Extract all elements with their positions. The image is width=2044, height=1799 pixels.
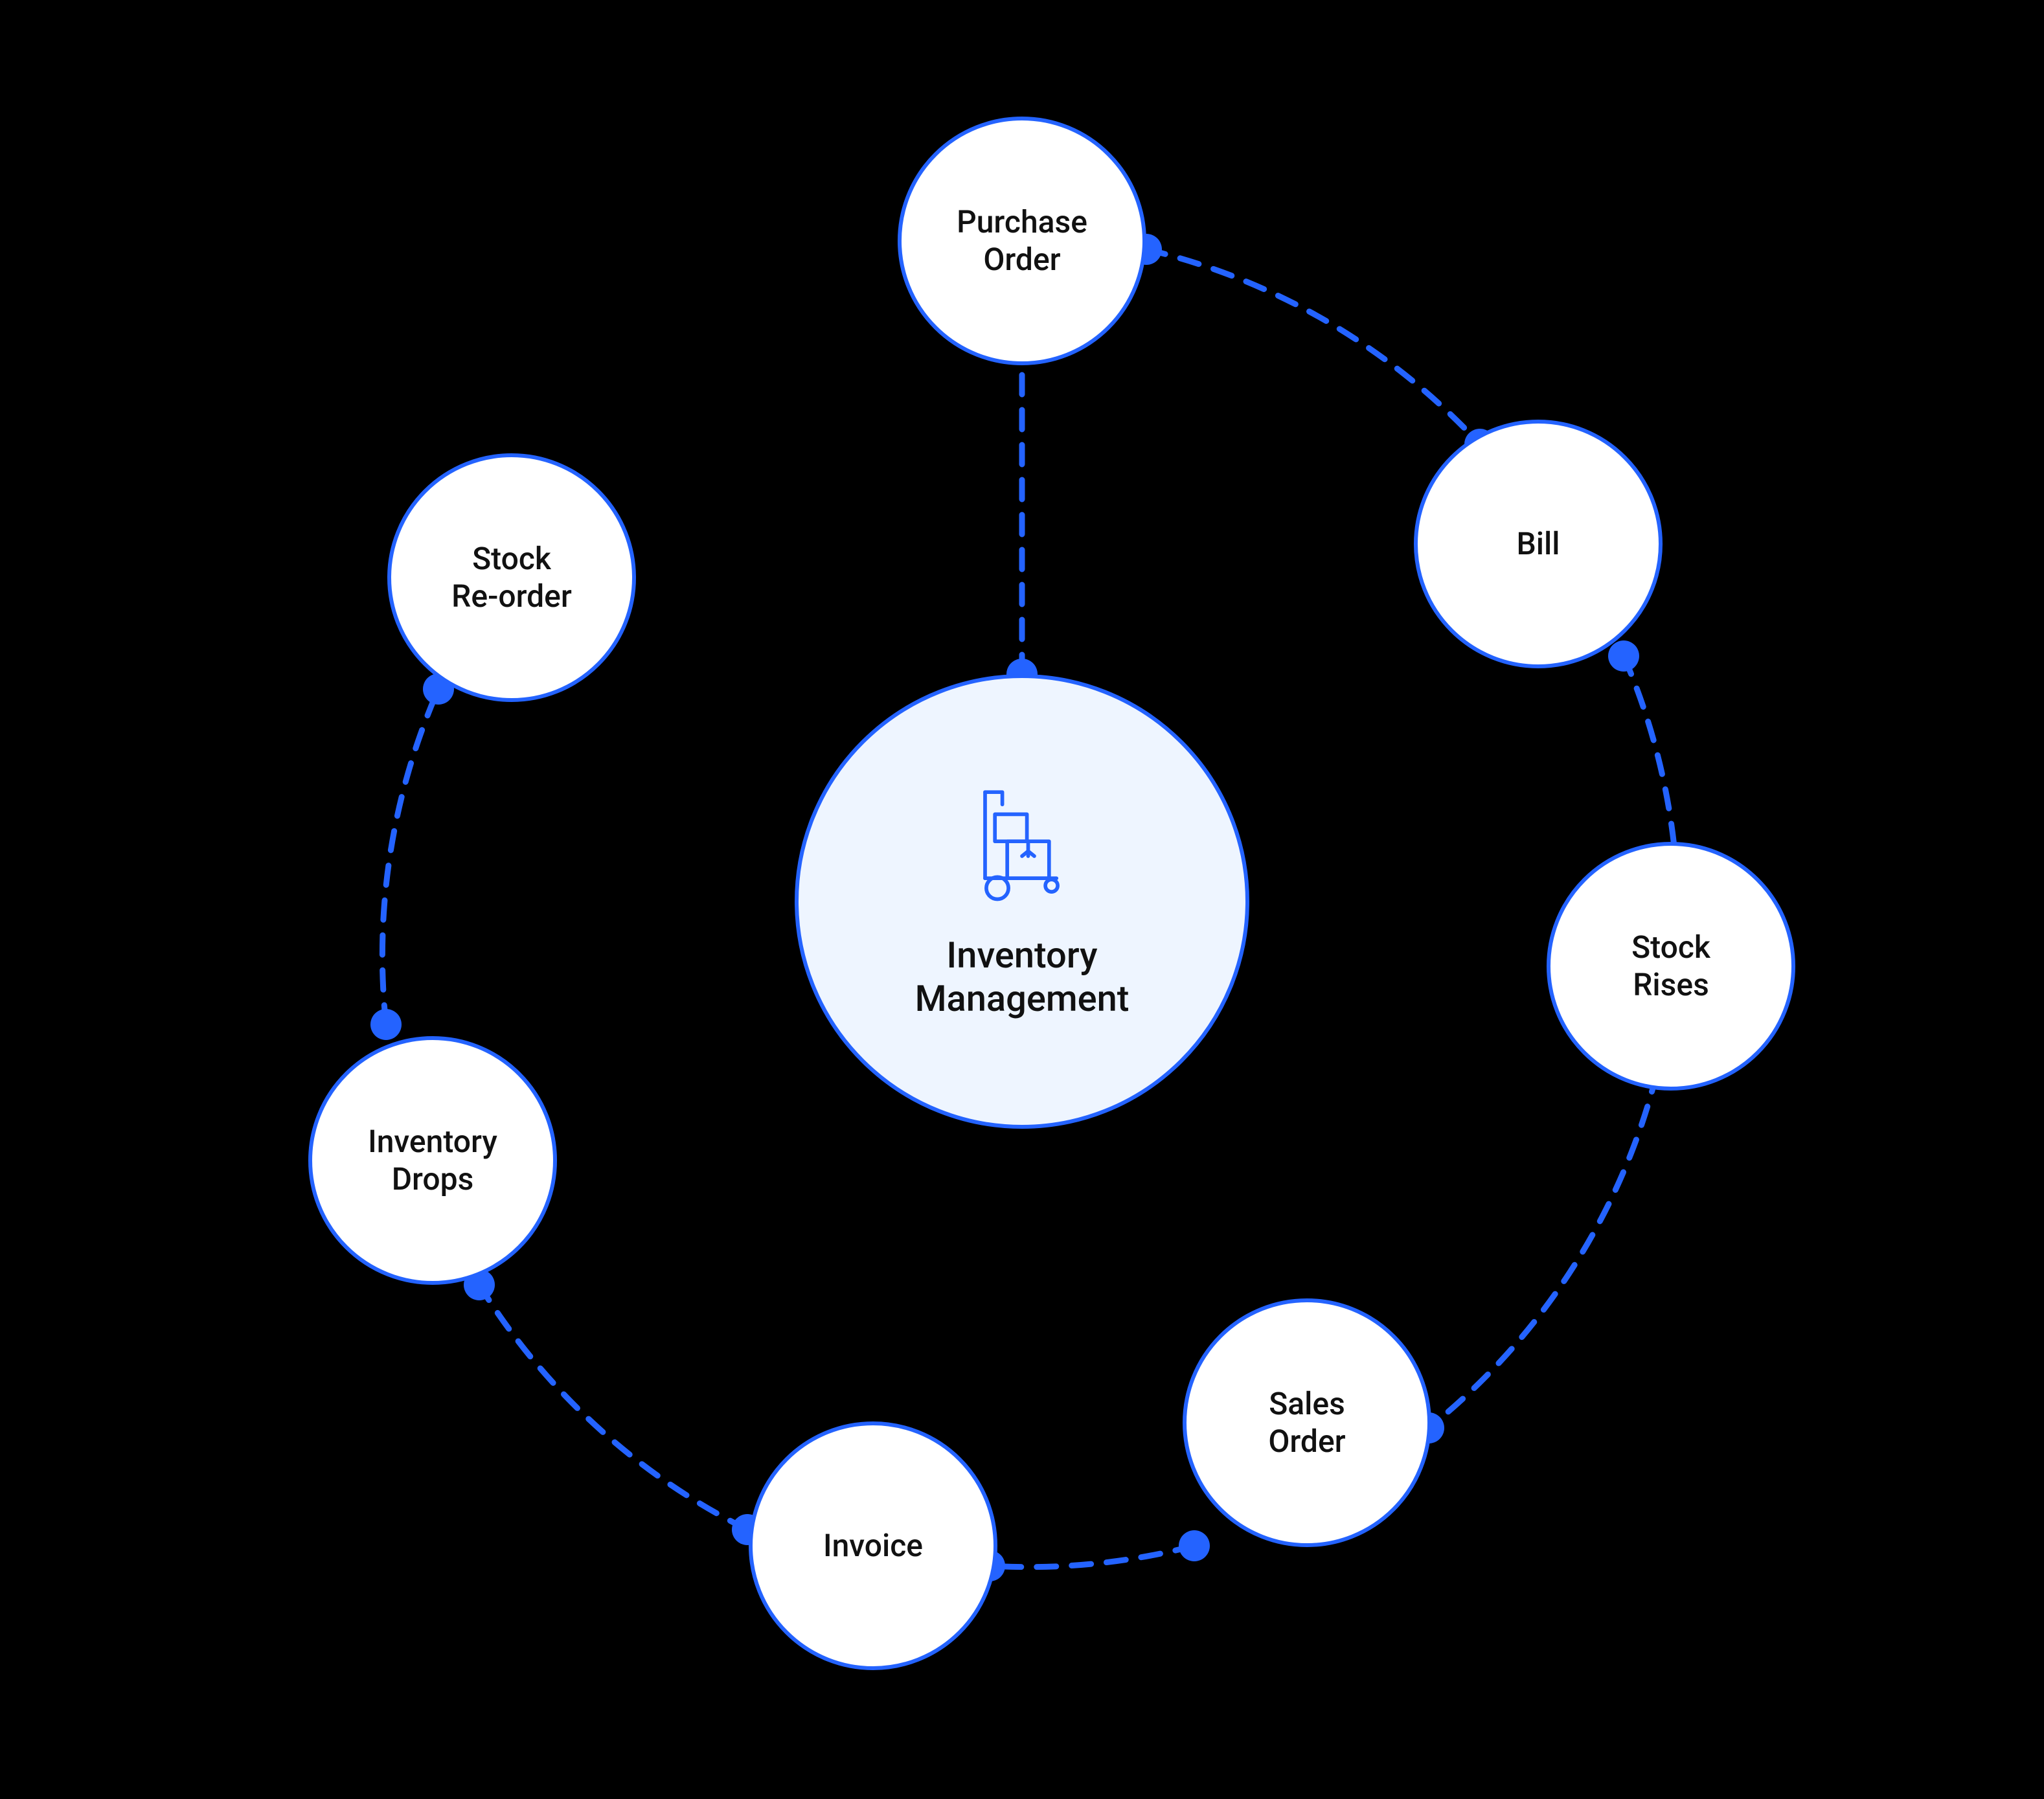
hand-truck-icon [960,782,1084,908]
node-label: PurchaseOrder [944,203,1100,278]
node-invoice: Invoice [749,1421,997,1670]
center-node-inventory-management: InventoryManagement [795,674,1249,1129]
node-label: StockRe-order [438,540,585,615]
node-label: Invoice [810,1527,936,1565]
node-label: SalesOrder [1255,1385,1358,1460]
diagram-stage: InventoryManagement PurchaseOrder Bill S… [0,0,2044,1799]
node-purchase-order: PurchaseOrder [898,117,1146,365]
node-sales-order: SalesOrder [1183,1298,1431,1547]
node-bill: Bill [1414,420,1663,668]
node-inventory-drops: InventoryDrops [308,1036,557,1285]
node-stock-reorder: StockRe-order [387,453,636,702]
node-stock-rises: StockRises [1547,842,1795,1091]
node-label: StockRises [1618,929,1723,1003]
node-label: Bill [1503,525,1573,563]
node-label: InventoryDrops [355,1123,510,1197]
center-label: InventoryManagement [915,934,1130,1021]
